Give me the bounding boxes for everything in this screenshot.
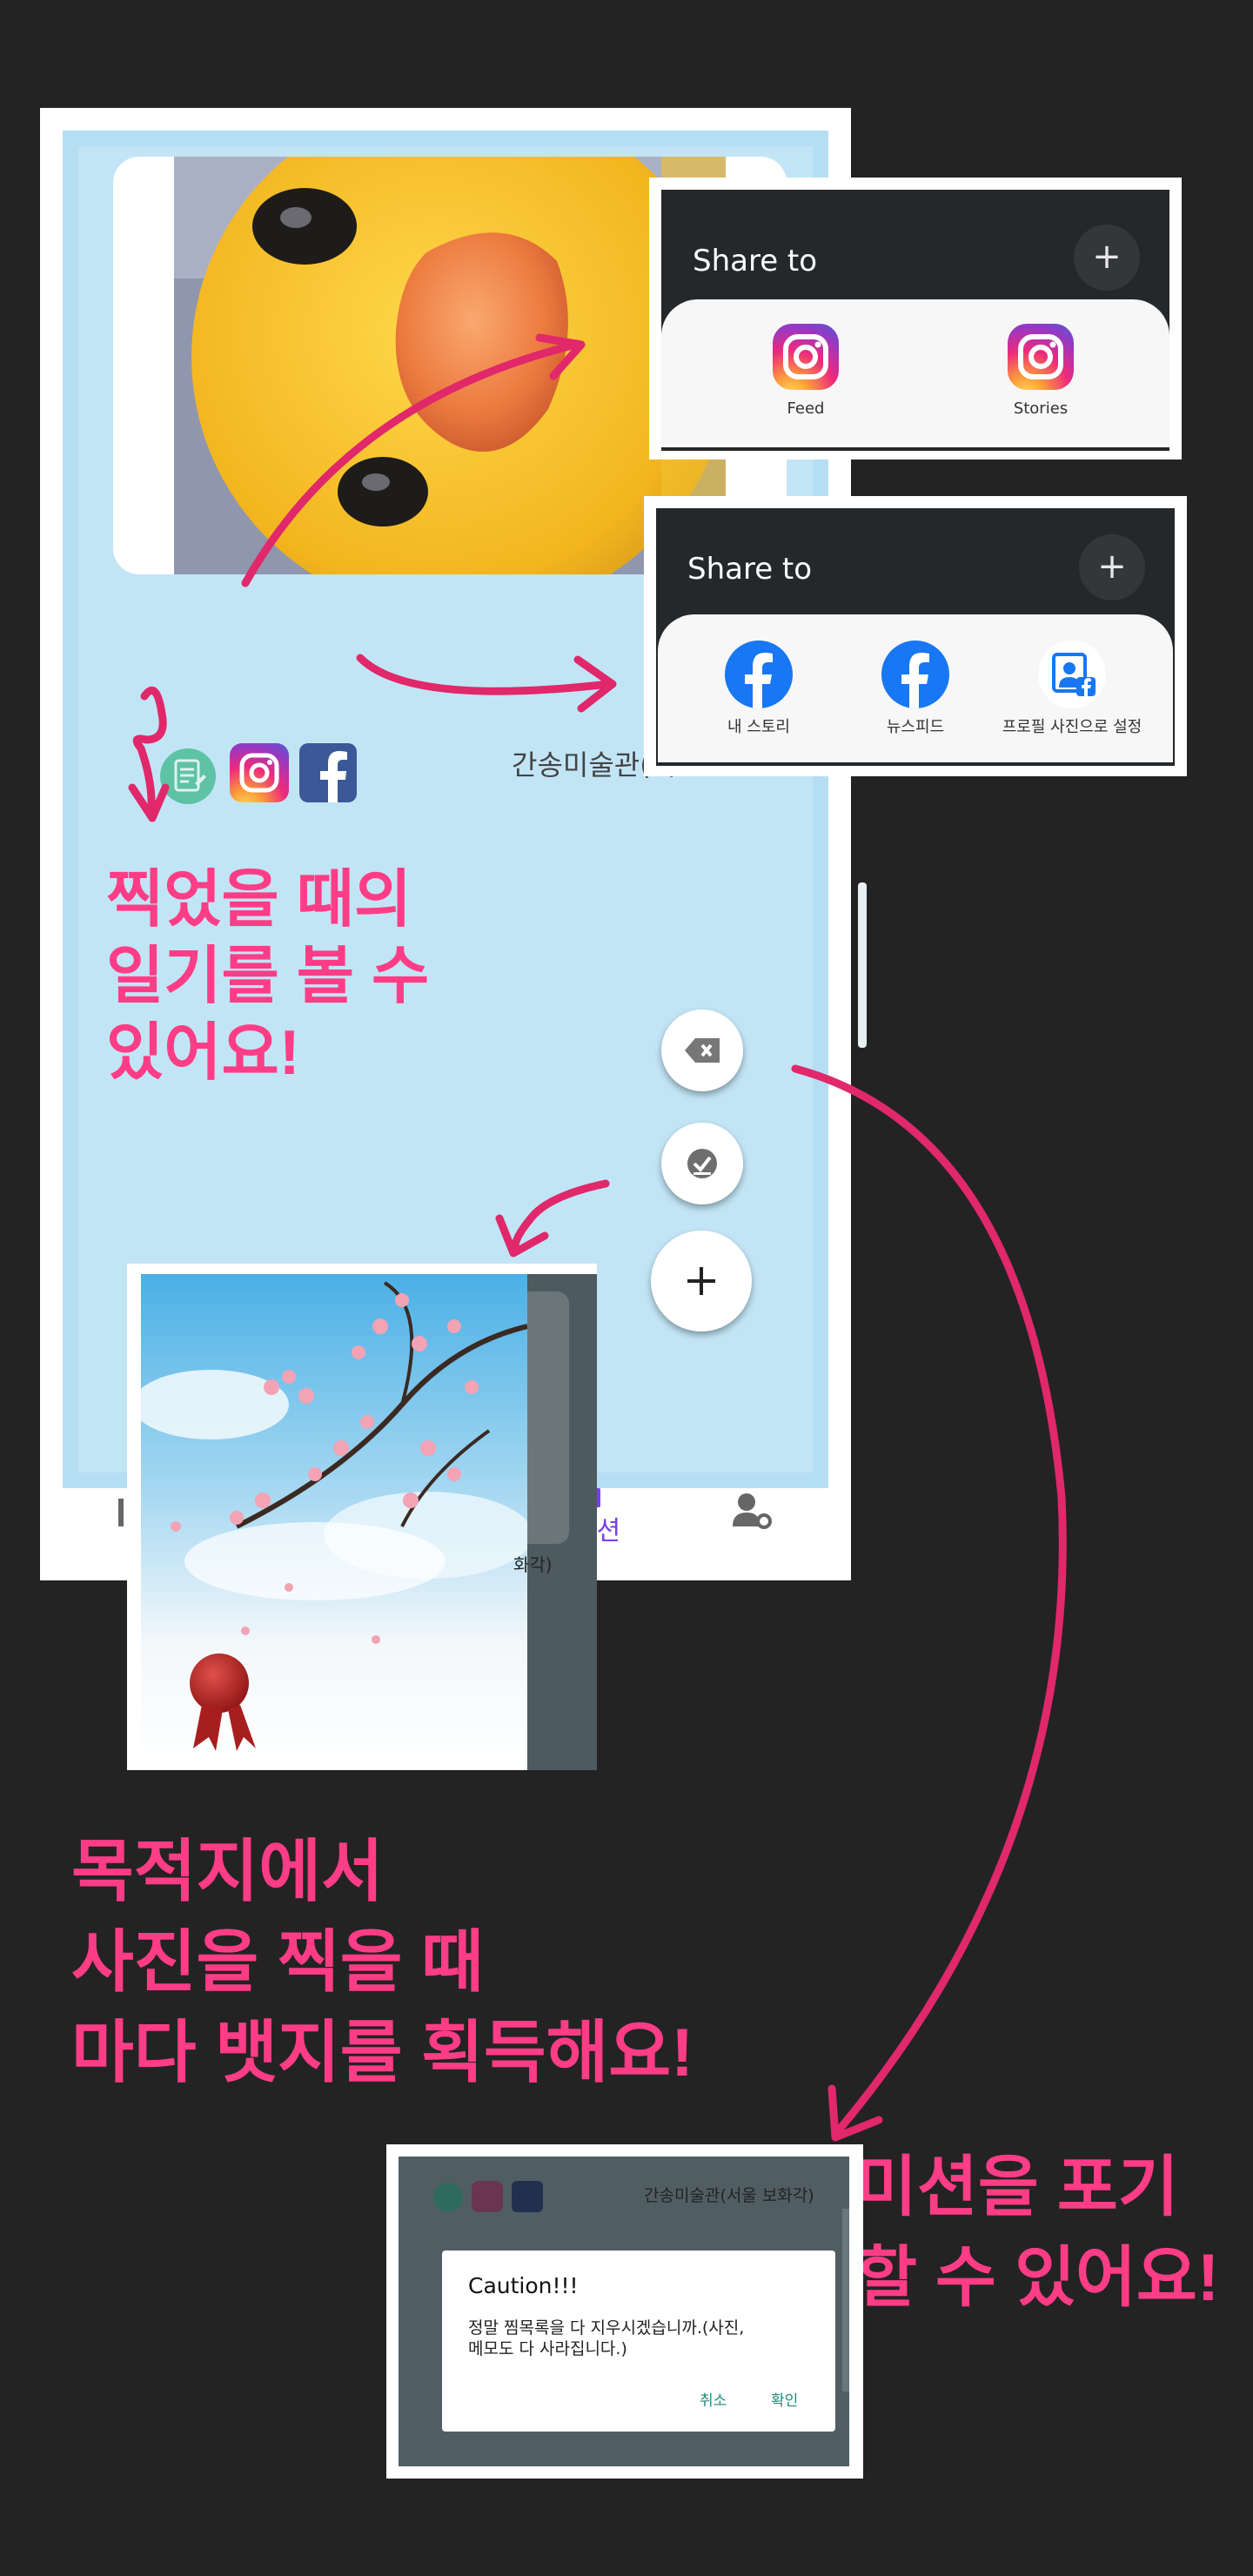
- annotation-line: 있어요!: [106, 1018, 300, 1088]
- place-name: 간송미술관(서울 보화각): [644, 2186, 814, 2205]
- annotation-line: 찍었을 때의: [106, 865, 412, 935]
- diary-icon: [433, 2183, 463, 2212]
- caution-dialog: Caution!!! 정말 찜목록을 다 지우시겠습니까.(사진, 메모도 다 …: [442, 2251, 835, 2432]
- annotation-line: 미션을 포기: [856, 2150, 1179, 2224]
- cherry-blossom-badge-image: [141, 1274, 527, 1770]
- annotation-line: 일기를 볼 수: [106, 942, 430, 1011]
- facebook-icon: [512, 2181, 543, 2212]
- annotation-give-up: 미션을 포기 할 수 있어요!: [856, 2143, 1219, 2324]
- side-panel-tab: [527, 1291, 569, 1544]
- annotation-line: 마다 뱃지를 획득해요!: [71, 2014, 694, 2090]
- partial-caption: 화각): [513, 1554, 553, 1575]
- annotation-line: 목적지에서: [71, 1833, 384, 1909]
- badge-card: 화각): [127, 1264, 597, 1770]
- caution-screenshot: 간송미술관(서울 보화각) Caution!!! 정말 찜목록을 다 지우시겠습…: [386, 2144, 863, 2479]
- annotation-line: 사진을 찍을 때: [71, 1923, 484, 2000]
- annotation-badge: 목적지에서 사진을 찍을 때 마다 뱃지를 획득해요!: [71, 1826, 694, 2097]
- dialog-message-line: 정말 찜목록을 다 지우시겠습니까.(사진,: [468, 2318, 745, 2338]
- annotation-diary: 찍었을 때의 일기를 볼 수 있어요!: [106, 862, 429, 1091]
- instagram-icon: [472, 2181, 503, 2212]
- confirm-button[interactable]: 확인: [771, 2388, 798, 2410]
- annotation-line: 할 수 있어요!: [856, 2241, 1220, 2315]
- dimmed-screen: 간송미술관(서울 보화각) Caution!!! 정말 찜목록을 다 지우시겠습…: [399, 2157, 849, 2466]
- cancel-button[interactable]: 취소: [700, 2388, 727, 2410]
- scroll-handle: [842, 2209, 849, 2392]
- dialog-title: Caution!!!: [468, 2273, 579, 2298]
- dialog-message-line: 메모도 다 사라집니다.): [468, 2339, 627, 2358]
- badge-side-panel: 화각): [513, 1274, 597, 1770]
